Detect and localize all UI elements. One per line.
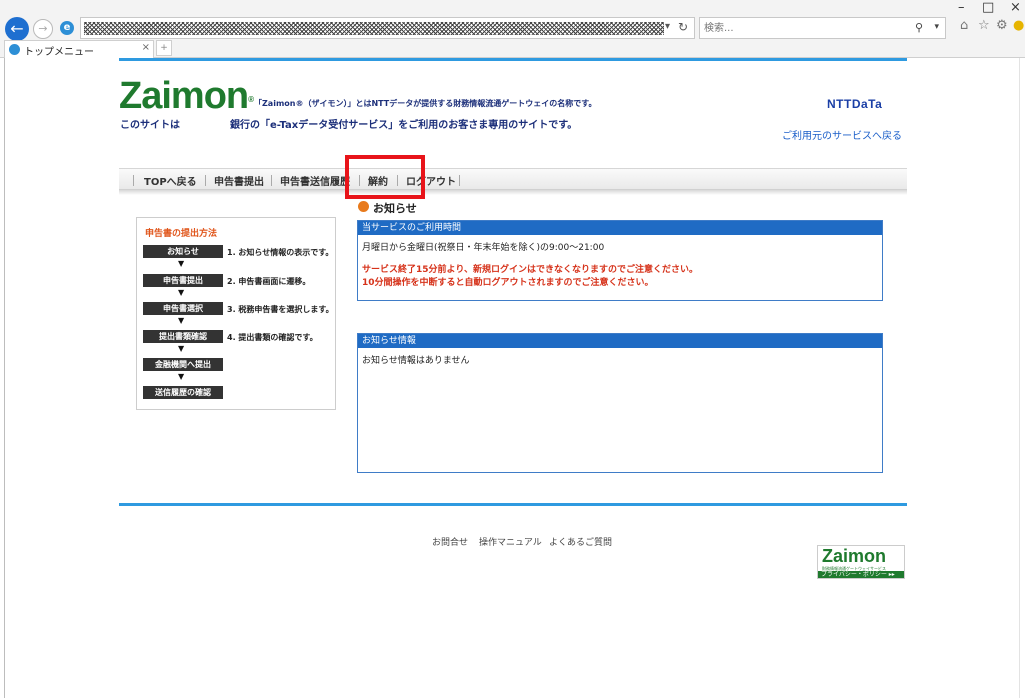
- search-icon[interactable]: ⚲: [915, 21, 923, 34]
- new-tab-button[interactable]: +: [156, 40, 172, 56]
- home-icon[interactable]: ⌂: [960, 18, 968, 33]
- page-favicon-icon: [9, 44, 20, 55]
- step-history-button[interactable]: 送信履歴の確認: [143, 386, 223, 399]
- favorites-star-icon[interactable]: ☆: [978, 18, 990, 33]
- close-window-icon[interactable]: ×: [1010, 0, 1021, 15]
- zaimon-logo: Zaimon®: [119, 75, 254, 117]
- search-input[interactable]: [704, 21, 904, 36]
- nav-shadow: [119, 190, 907, 195]
- badge-logo: Zaimon: [822, 546, 887, 566]
- ie-logo-icon: e: [60, 21, 74, 35]
- nav-separator: [205, 175, 206, 186]
- nav-item-history[interactable]: 申告書送信履歴: [280, 173, 350, 188]
- settings-gear-icon[interactable]: ⚙: [996, 18, 1008, 33]
- nav-separator: [459, 175, 460, 186]
- notice-heading: お知らせ: [373, 202, 417, 215]
- service-hours-text: 月曜日から金曜日(祝祭日・年末年始を除く)の9:00〜21:00: [362, 243, 605, 253]
- nav-item-top[interactable]: TOPへ戻る: [144, 173, 197, 188]
- ntt-data-logo: NTTDaTa: [827, 97, 883, 111]
- site-desc-prefix: このサイトは: [120, 120, 180, 131]
- browser-chrome: ← → e ▾ ↻ ⚲ ▾ ⌂ ☆ ⚙ ● – □ × トップメニュー × +: [0, 0, 1025, 58]
- main-nav: TOPへ戻る 申告書提出 申告書送信履歴 解約 ログアウト: [119, 168, 907, 190]
- tagline: 「Zaimon®（ザイモン）」とはNTTデータが提供する財務情報流通ゲートウェイ…: [254, 99, 597, 108]
- browser-tab[interactable]: トップメニュー ×: [4, 40, 154, 58]
- refresh-icon[interactable]: ↻: [678, 20, 688, 34]
- step-down-arrow-icon: ▼: [178, 259, 185, 268]
- step-select-button[interactable]: 申告書選択: [143, 302, 223, 315]
- steps-title: 申告書の提出方法: [145, 229, 218, 239]
- site-desc-body: 銀行の「e-Taxデータ受付サービス」をご利用のお客さま専用のサイトです。: [230, 120, 578, 131]
- logo-text: Zaimon: [119, 75, 249, 117]
- tab-title: トップメニュー: [24, 47, 94, 58]
- forward-arrow-icon[interactable]: →: [33, 19, 53, 39]
- vertical-scrollbar[interactable]: [1019, 58, 1025, 698]
- service-hours-panel: 当サービスのご利用時間 月曜日から金曜日(祝祭日・年末年始を除く)の9:00〜2…: [357, 220, 883, 301]
- search-dropdown-icon[interactable]: ▾: [934, 22, 939, 32]
- step-down-arrow-icon: ▼: [178, 288, 185, 297]
- panel-title: お知らせ情報: [358, 334, 882, 348]
- highlight-box: [345, 155, 425, 199]
- address-bar[interactable]: ▾ ↻: [80, 17, 695, 39]
- step-down-arrow-icon: ▼: [178, 372, 185, 381]
- footer-link-contact[interactable]: お問合せ: [432, 535, 468, 548]
- warning-text: 10分間操作を中断すると自動ログアウトされますのでご注意ください。: [362, 278, 654, 288]
- zaimon-privacy-badge[interactable]: Zaimon 財務情報流通ゲートウェイサービス プライバシー・ポリシー ▸▸: [817, 545, 905, 579]
- footer-link-manual[interactable]: 操作マニュアル: [479, 535, 542, 548]
- step-confirm-button[interactable]: 提出書類確認: [143, 330, 223, 343]
- info-panel: お知らせ情報 お知らせ情報はありません: [357, 333, 883, 473]
- dropdown-icon[interactable]: ▾: [665, 21, 670, 32]
- nav-separator: [133, 175, 134, 186]
- minimize-icon[interactable]: –: [958, 0, 965, 15]
- footer-rule: [119, 503, 907, 506]
- header-top-rule: [119, 58, 907, 61]
- tab-close-icon[interactable]: ×: [142, 42, 150, 53]
- step-desc: 4. 提出書類の確認です。: [227, 333, 318, 342]
- privacy-policy-link[interactable]: プライバシー・ポリシー ▸▸: [818, 571, 904, 578]
- step-submit-button[interactable]: 申告書提出: [143, 274, 223, 287]
- nav-item-submit[interactable]: 申告書提出: [214, 173, 264, 188]
- step-down-arrow-icon: ▼: [178, 344, 185, 353]
- nav-separator: [271, 175, 272, 186]
- return-to-service-link[interactable]: ご利用元のサービスへ戻る: [782, 127, 902, 142]
- panel-title: 当サービスのご利用時間: [358, 221, 882, 235]
- search-box[interactable]: ⚲ ▾: [699, 17, 946, 39]
- info-body-text: お知らせ情報はありません: [362, 356, 470, 366]
- step-send-button[interactable]: 金融機関へ提出: [143, 358, 223, 371]
- step-desc: 2. 申告書画面に遷移。: [227, 277, 311, 286]
- footer-link-faq[interactable]: よくあるご質問: [549, 535, 612, 548]
- step-desc: 1. お知らせ情報の表示です。: [227, 248, 334, 257]
- back-arrow-icon[interactable]: ←: [5, 17, 29, 41]
- smiley-feedback-icon[interactable]: ●: [1013, 18, 1024, 33]
- notice-bullet-icon: [358, 201, 369, 212]
- step-down-arrow-icon: ▼: [178, 316, 185, 325]
- maximize-icon[interactable]: □: [982, 0, 994, 15]
- step-desc: 3. 税務申告書を選択します。: [227, 305, 334, 314]
- warning-text: サービス終了15分前より、新規ログインはできなくなりますのでご注意ください。: [362, 265, 698, 275]
- step-notice-button[interactable]: お知らせ: [143, 245, 223, 258]
- address-redacted: [84, 22, 664, 35]
- logo-mark: ®: [248, 95, 254, 104]
